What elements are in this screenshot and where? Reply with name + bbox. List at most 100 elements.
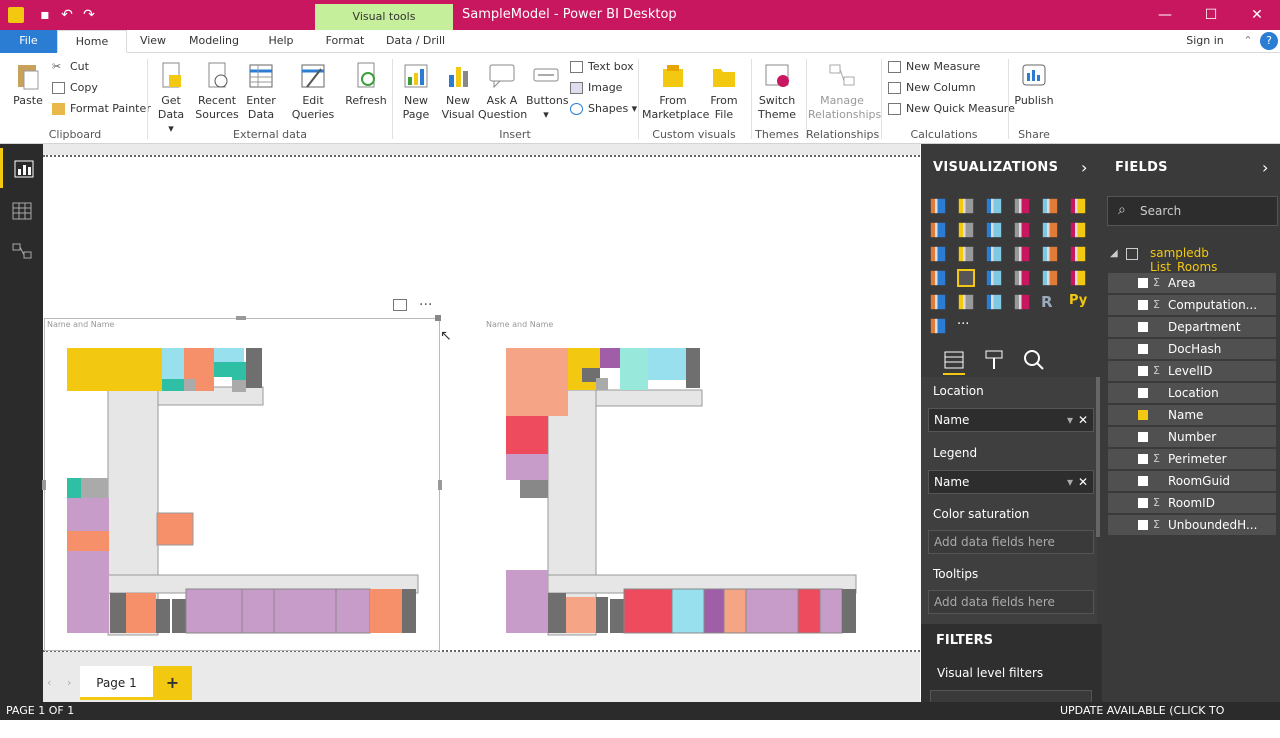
viz-pane-scrollbar[interactable] <box>1096 377 1100 537</box>
paste-button[interactable]: Paste <box>8 61 48 108</box>
field-checkbox[interactable] <box>1138 476 1148 486</box>
enter-data-button[interactable]: Enter Data <box>242 61 280 122</box>
remove-field-icon[interactable]: ✕ <box>1078 409 1088 431</box>
field-checkbox[interactable] <box>1138 278 1148 288</box>
card-icon[interactable] <box>1042 270 1058 286</box>
field-item[interactable]: Σ Computation... <box>1108 295 1276 315</box>
treemap-icon[interactable] <box>1042 246 1058 262</box>
100-bar-icon[interactable] <box>1042 198 1058 214</box>
filled-map-icon[interactable] <box>930 270 946 286</box>
gauge-icon[interactable] <box>1014 270 1030 286</box>
edit-queries-button[interactable]: Edit Queries <box>290 61 336 122</box>
resize-handle[interactable] <box>435 315 441 321</box>
field-checkbox[interactable] <box>1138 322 1148 332</box>
field-checkbox[interactable] <box>1138 454 1148 464</box>
field-item[interactable]: Σ RoomID <box>1108 493 1276 513</box>
next-page-icon[interactable]: › <box>67 676 71 689</box>
format-paint-roller-icon[interactable] <box>983 349 1005 374</box>
more-options-icon[interactable]: ··· <box>419 297 432 313</box>
remove-field-icon[interactable]: ✕ <box>1078 471 1088 493</box>
field-item[interactable]: Department <box>1108 317 1276 337</box>
globe-icon[interactable] <box>930 318 946 334</box>
fields-tab-icon[interactable] <box>943 349 965 375</box>
chevron-down-icon[interactable]: ▾ <box>1067 409 1073 431</box>
field-checkbox[interactable] <box>1138 388 1148 398</box>
publish-button[interactable]: Publish <box>1012 61 1056 108</box>
from-file-button[interactable]: From File <box>706 61 742 122</box>
field-checkbox[interactable] <box>1138 432 1148 442</box>
redo-icon[interactable]: ↷ <box>80 6 98 24</box>
new-quick-measure-button[interactable]: New Quick Measure <box>888 100 1015 118</box>
fields-search-input[interactable]: ⌕ Search <box>1107 196 1278 226</box>
r-visual-icon[interactable]: R <box>1041 293 1059 311</box>
field-checkbox[interactable] <box>1138 300 1148 310</box>
field-item[interactable]: DocHash <box>1108 339 1276 359</box>
text-box-button[interactable]: Text box <box>570 58 634 76</box>
field-item[interactable]: RoomGuid <box>1108 471 1276 491</box>
field-item[interactable]: Number <box>1108 427 1276 447</box>
buttons-button[interactable]: Buttons ▾ <box>526 61 569 122</box>
model-view-button[interactable] <box>0 230 43 270</box>
waterfall-icon[interactable] <box>930 246 946 262</box>
python-visual-icon[interactable]: Py <box>1069 293 1087 311</box>
get-data-button[interactable]: Get Data ▾ <box>152 61 190 136</box>
kpi-icon[interactable] <box>930 294 946 310</box>
field-item[interactable]: Σ Perimeter <box>1108 449 1276 469</box>
save-icon[interactable]: ▪ <box>36 6 54 24</box>
100-column-icon[interactable] <box>1070 198 1086 214</box>
add-page-button[interactable]: + <box>153 666 192 700</box>
field-checkbox[interactable] <box>1138 344 1148 354</box>
switch-theme-button[interactable]: Switch Theme <box>756 61 798 122</box>
page-tab-page-1[interactable]: Page 1 <box>80 666 153 700</box>
undo-icon[interactable]: ↶ <box>58 6 76 24</box>
new-page-button[interactable]: New Page <box>396 61 436 122</box>
more-icon[interactable]: ··· <box>957 317 975 335</box>
tab-view[interactable]: View <box>128 30 178 53</box>
field-checkbox[interactable] <box>1138 366 1148 376</box>
ask-question-button[interactable]: Ask A Question <box>478 61 527 122</box>
ribbon-icon[interactable] <box>1070 222 1086 238</box>
location-well-field[interactable]: Name ▾ ✕ <box>928 408 1094 432</box>
tooltips-dropzone[interactable]: Add data fields here <box>928 590 1094 614</box>
tab-file[interactable]: File <box>0 30 57 53</box>
field-item[interactable]: Location <box>1108 383 1276 403</box>
close-icon[interactable]: ✕ <box>1234 0 1280 30</box>
tab-data-drill[interactable]: Data / Drill <box>378 30 453 53</box>
clustered-bar-icon[interactable] <box>986 198 1002 214</box>
donut-icon[interactable] <box>1014 246 1030 262</box>
map-icon[interactable] <box>1070 246 1086 262</box>
cut-button[interactable]: ✂ Cut <box>52 58 89 76</box>
clustered-column-icon[interactable] <box>1014 198 1030 214</box>
matrix-icon[interactable] <box>1014 294 1030 310</box>
stacked-area-icon[interactable] <box>986 222 1002 238</box>
table-icon[interactable] <box>986 294 1002 310</box>
format-painter-button[interactable]: Format Painter <box>52 100 151 118</box>
resize-handle[interactable] <box>236 316 246 320</box>
tab-modeling[interactable]: Modeling <box>180 30 248 53</box>
field-item[interactable]: Σ LevelID <box>1108 361 1276 381</box>
tab-help[interactable]: Help <box>252 30 310 53</box>
field-item[interactable]: Σ UnboundedH... <box>1108 515 1276 535</box>
line-column-icon[interactable] <box>1014 222 1030 238</box>
field-checkbox[interactable] <box>1138 410 1148 420</box>
collapse-visualizations-icon[interactable]: › <box>1081 158 1087 177</box>
field-item[interactable]: Name <box>1108 405 1276 425</box>
sign-in-link[interactable]: Sign in <box>1180 30 1230 53</box>
refresh-button[interactable]: Refresh <box>344 61 388 108</box>
multi-row-card-icon[interactable] <box>1070 270 1086 286</box>
shapes-button[interactable]: Shapes ▾ <box>570 100 637 118</box>
chevron-down-icon[interactable]: ▾ <box>1067 471 1073 493</box>
new-column-button[interactable]: New Column <box>888 79 976 97</box>
report-view-button[interactable] <box>0 148 43 188</box>
scatter-icon[interactable] <box>958 246 974 262</box>
expand-table-icon[interactable]: ◢ <box>1110 248 1118 259</box>
new-measure-button[interactable]: New Measure <box>888 58 980 76</box>
resize-handle[interactable] <box>438 480 442 490</box>
maximize-icon[interactable]: ☐ <box>1188 0 1234 30</box>
update-available-link[interactable]: UPDATE AVAILABLE (CLICK TO DOWNLOAD) <box>1060 702 1280 738</box>
help-icon[interactable]: ? <box>1260 32 1278 50</box>
manage-relationships-button[interactable]: Manage Relationships <box>808 61 881 122</box>
funnel-icon[interactable] <box>986 270 1002 286</box>
minimize-icon[interactable]: — <box>1142 0 1188 30</box>
field-checkbox[interactable] <box>1138 498 1148 508</box>
